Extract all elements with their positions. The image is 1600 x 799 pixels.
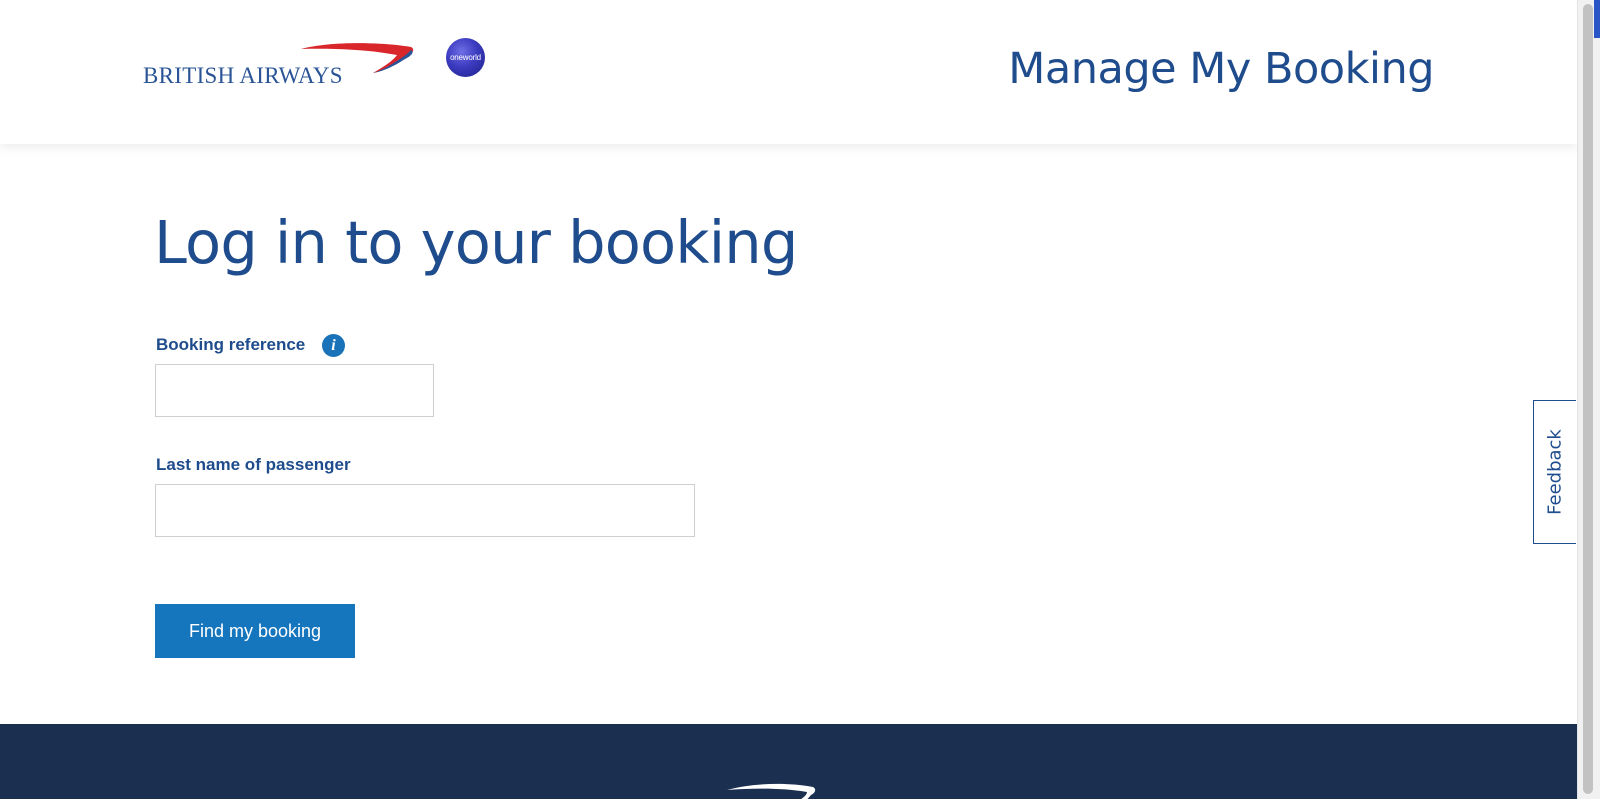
last-name-label: Last name of passenger (156, 455, 351, 474)
british-airways-logo[interactable]: BRITISH AIRWAYS (143, 43, 415, 91)
booking-reference-input[interactable] (155, 364, 434, 417)
scrollbar-thumb[interactable] (1583, 4, 1593, 794)
booking-reference-label: Booking reference (156, 335, 306, 354)
oneworld-logo: oneworld (446, 38, 485, 77)
site-header: BRITISH AIRWAYS oneworld Manage My Booki… (0, 0, 1577, 144)
page-title: Log in to your booking (154, 208, 798, 277)
page-section-title: Manage My Booking (1008, 44, 1434, 94)
speedmarque-ribbon-icon (727, 783, 816, 799)
speedmarque-ribbon-icon (301, 43, 414, 73)
page: BRITISH AIRWAYS oneworld Manage My Booki… (0, 0, 1600, 799)
page-scrollbar[interactable] (1577, 0, 1600, 799)
scroll-accent-marker (1594, 0, 1600, 38)
feedback-label: Feedback (1544, 429, 1566, 515)
find-my-booking-button[interactable]: Find my booking (155, 604, 355, 658)
feedback-tab[interactable]: Feedback (1533, 400, 1576, 544)
main-column: BRITISH AIRWAYS oneworld Manage My Booki… (0, 0, 1577, 799)
info-icon[interactable]: i (322, 334, 345, 357)
site-footer (0, 724, 1577, 799)
last-name-input[interactable] (155, 484, 695, 537)
